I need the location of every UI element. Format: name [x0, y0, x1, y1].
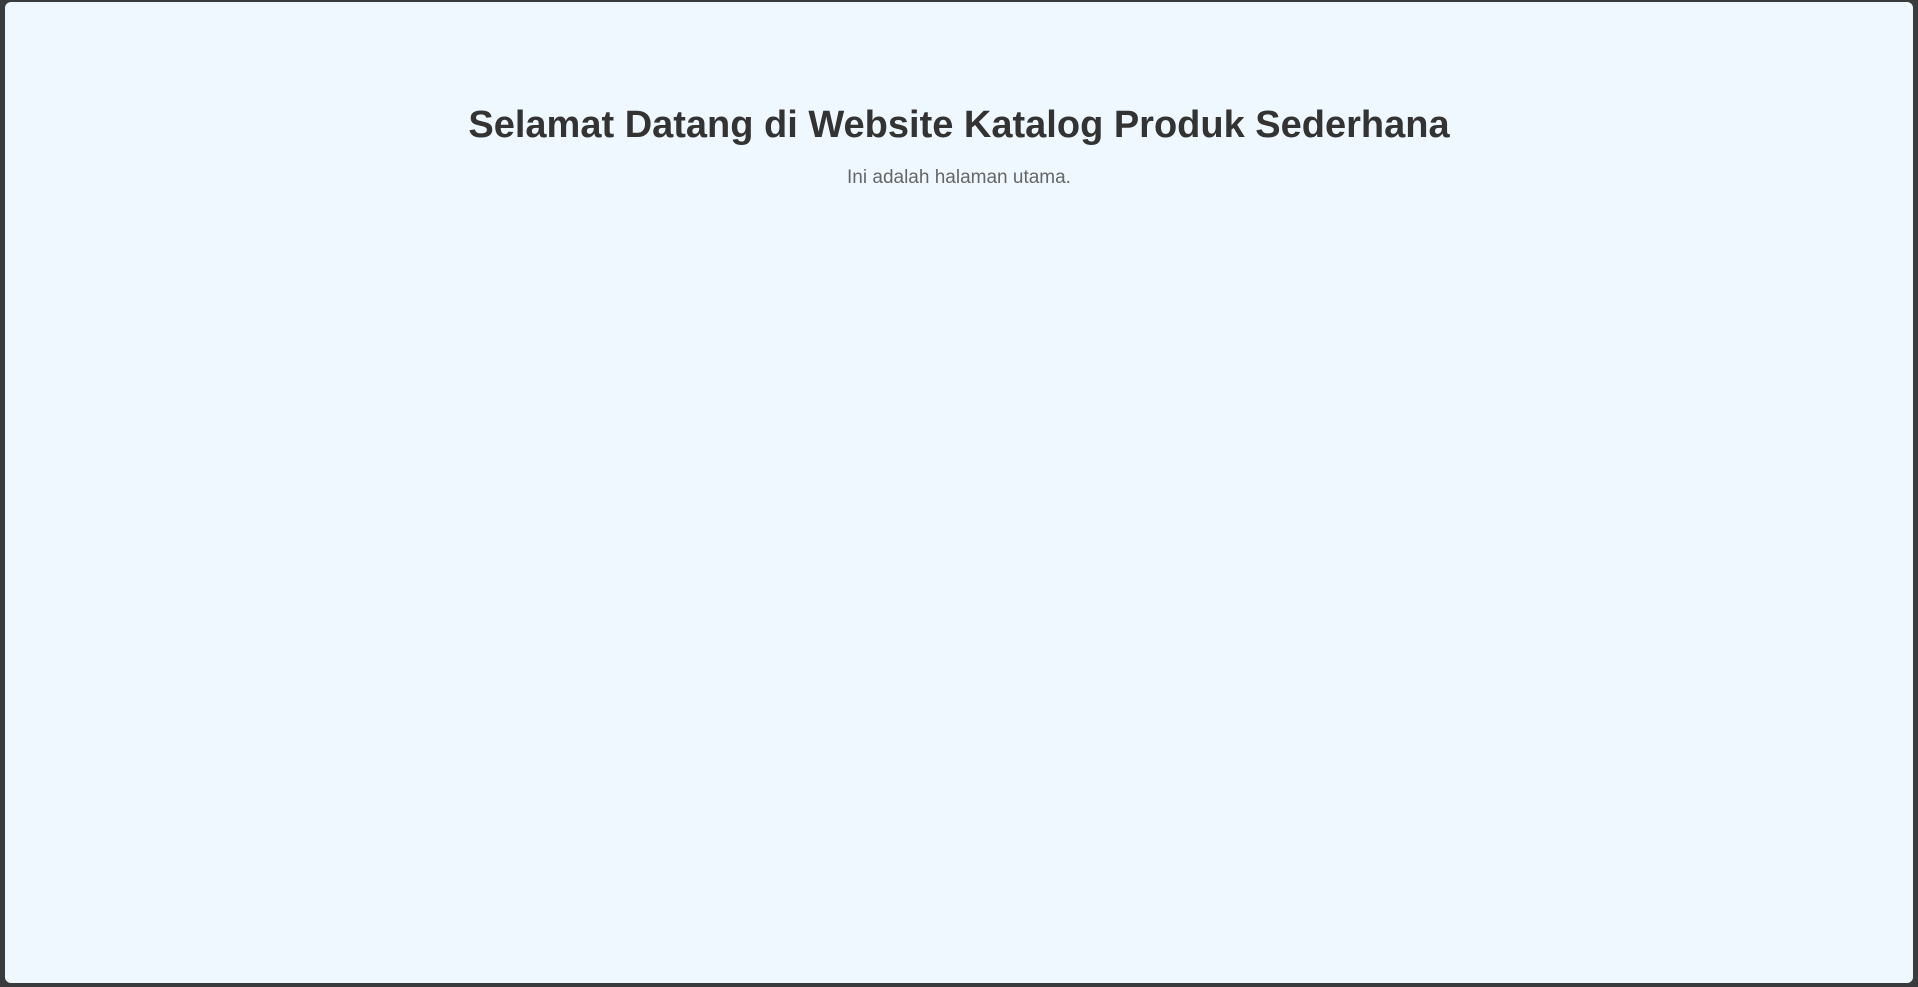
- page-viewport: Selamat Datang di Website Katalog Produk…: [5, 2, 1913, 983]
- page-subtitle: Ini adalah halaman utama.: [847, 167, 1071, 188]
- page-title: Selamat Datang di Website Katalog Produk…: [468, 104, 1450, 146]
- welcome-section: Selamat Datang di Website Katalog Produk…: [5, 98, 1913, 192]
